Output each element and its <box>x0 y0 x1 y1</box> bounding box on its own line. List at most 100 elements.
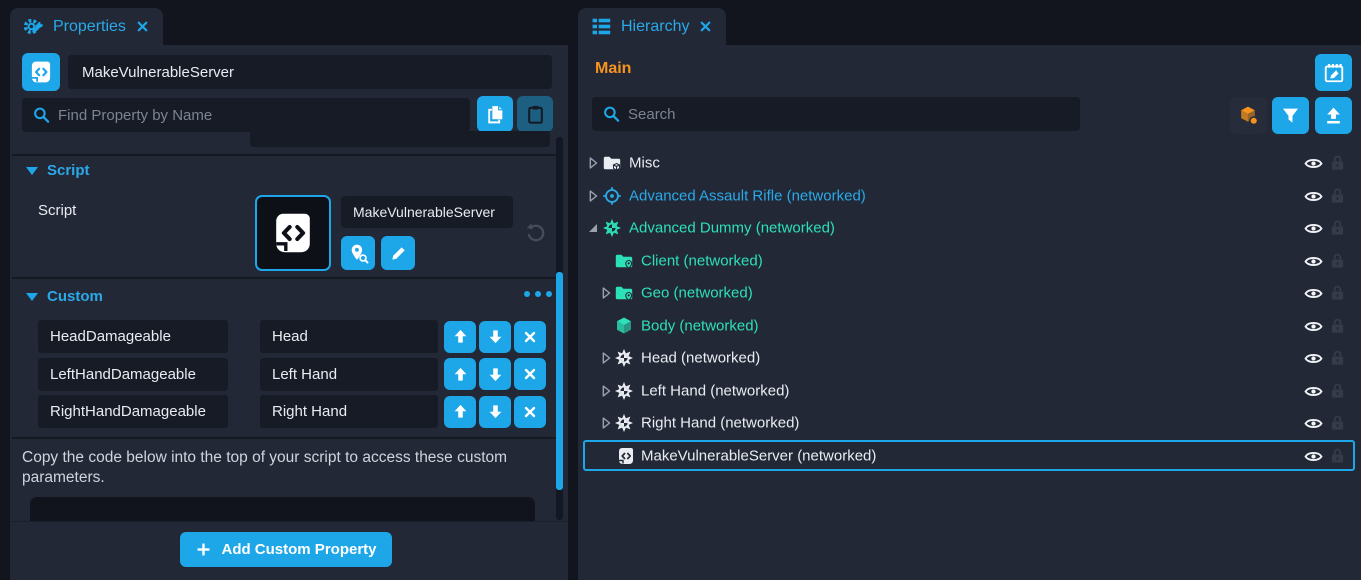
lock-icon[interactable] <box>1330 317 1345 334</box>
close-icon[interactable] <box>135 19 150 34</box>
lock-icon[interactable] <box>1330 252 1345 269</box>
filter-button[interactable] <box>1272 97 1309 134</box>
custom-name-field[interactable]: HeadDamageable <box>38 320 228 353</box>
scrollbar-track[interactable] <box>556 137 563 520</box>
package-button[interactable] <box>1230 97 1267 134</box>
tree-row-body[interactable]: Body (networked) <box>583 310 1355 341</box>
remove-button[interactable] <box>514 396 546 428</box>
gear-wrench-icon <box>23 16 44 37</box>
expander-collapsed-icon[interactable] <box>598 415 614 431</box>
script-asset-tile[interactable] <box>22 53 60 91</box>
tree-row-right-hand[interactable]: Right Hand (networked) <box>583 407 1355 438</box>
down-arrow-icon <box>486 402 505 421</box>
tab-properties[interactable]: Properties <box>10 8 163 45</box>
tree-row-advanced-assault-rifle[interactable]: Advanced Assault Rifle (networked) <box>583 180 1355 211</box>
lock-icon[interactable] <box>1330 349 1345 366</box>
divider <box>12 437 558 439</box>
close-icon[interactable] <box>698 19 713 34</box>
script-section-title: Script <box>47 162 90 179</box>
scrollbar-thumb[interactable] <box>556 272 563 490</box>
lock-icon[interactable] <box>1330 154 1345 171</box>
custom-value-field[interactable]: Right Hand <box>260 395 438 428</box>
tab-hierarchy-label: Hierarchy <box>621 18 689 36</box>
eye-icon[interactable] <box>1304 384 1323 399</box>
property-search-input[interactable] <box>22 98 470 132</box>
tree-row-label: Head (networked) <box>641 349 760 366</box>
expander-collapsed-icon[interactable] <box>585 155 601 171</box>
script-name-field-wrap <box>68 55 552 89</box>
move-down-button[interactable] <box>479 396 511 428</box>
undo-arrow-icon[interactable] <box>525 222 547 244</box>
custom-section-title: Custom <box>47 288 103 305</box>
lock-icon[interactable] <box>1330 414 1345 431</box>
tree-row-label: Left Hand (networked) <box>641 382 789 399</box>
script-property-label: Script <box>38 202 76 219</box>
dummy-burst-icon <box>614 413 634 433</box>
expander-collapsed-icon[interactable] <box>585 188 601 204</box>
orange-cube-icon <box>1238 105 1259 126</box>
more-options-icon[interactable] <box>524 291 552 297</box>
custom-value-field[interactable]: Left Hand <box>260 358 438 391</box>
script-slot-tile[interactable] <box>255 195 331 271</box>
launch-button[interactable] <box>1315 54 1352 91</box>
script-section-header[interactable]: Script <box>26 162 90 179</box>
lock-icon[interactable] <box>1330 382 1345 399</box>
tree-row-misc[interactable]: Misc <box>583 147 1355 178</box>
expander-collapsed-icon[interactable] <box>598 350 614 366</box>
remove-button[interactable] <box>514 321 546 353</box>
dummy-burst-icon <box>602 218 622 238</box>
cube-icon <box>614 316 634 336</box>
eye-icon[interactable] <box>1304 254 1323 269</box>
eye-icon[interactable] <box>1304 221 1323 236</box>
expander-collapsed-icon[interactable] <box>598 285 614 301</box>
tree-row-label: MakeVulnerableServer (networked) <box>641 447 876 464</box>
cross-icon <box>522 366 538 382</box>
move-up-button[interactable] <box>444 358 476 390</box>
move-up-button[interactable] <box>444 396 476 428</box>
search-icon <box>602 105 621 124</box>
expander-expanded-icon[interactable] <box>585 220 601 236</box>
eye-icon[interactable] <box>1304 319 1323 334</box>
locate-script-button[interactable] <box>341 236 375 270</box>
script-name-input[interactable] <box>68 55 552 89</box>
move-down-button[interactable] <box>479 358 511 390</box>
tree-row-makevulnerableserver[interactable]: MakeVulnerableServer (networked) <box>583 440 1355 471</box>
paste-properties-button[interactable] <box>517 96 553 132</box>
custom-value-field[interactable]: Head <box>260 320 438 353</box>
properties-panel: Properties Script Script <box>10 8 568 580</box>
eye-icon[interactable] <box>1304 286 1323 301</box>
tree-row-head[interactable]: Head (networked) <box>583 342 1355 373</box>
hierarchy-search-input[interactable] <box>592 97 1080 131</box>
tree-row-client[interactable]: Client (networked) <box>583 245 1355 276</box>
lock-icon[interactable] <box>1330 447 1345 464</box>
eye-icon[interactable] <box>1304 189 1323 204</box>
add-custom-property-button[interactable]: Add Custom Property <box>180 532 392 567</box>
eye-icon[interactable] <box>1304 449 1323 464</box>
code-snippet-box <box>30 497 535 521</box>
tree-row-advanced-dummy[interactable]: Advanced Dummy (networked) <box>583 212 1355 243</box>
up-arrow-icon <box>451 402 470 421</box>
move-down-button[interactable] <box>479 321 511 353</box>
custom-name-field[interactable]: RightHandDamageable <box>38 395 228 428</box>
pin-search-icon <box>348 243 369 264</box>
dummy-burst-icon <box>614 381 634 401</box>
tree-row-left-hand[interactable]: Left Hand (networked) <box>583 375 1355 406</box>
tree-row-geo[interactable]: Geo (networked) <box>583 277 1355 308</box>
eye-icon[interactable] <box>1304 156 1323 171</box>
eye-icon[interactable] <box>1304 351 1323 366</box>
eye-icon[interactable] <box>1304 416 1323 431</box>
copy-properties-button[interactable] <box>477 96 513 132</box>
lock-icon[interactable] <box>1330 187 1345 204</box>
lock-icon[interactable] <box>1330 219 1345 236</box>
custom-section-header[interactable]: Custom <box>26 288 103 305</box>
lock-icon[interactable] <box>1330 284 1345 301</box>
tree-row-label: Misc <box>629 154 660 171</box>
publish-button[interactable] <box>1315 97 1352 134</box>
divider <box>12 277 558 279</box>
custom-name-field[interactable]: LeftHandDamageable <box>38 358 228 391</box>
remove-button[interactable] <box>514 358 546 390</box>
tab-hierarchy[interactable]: Hierarchy <box>578 8 726 45</box>
expander-collapsed-icon[interactable] <box>598 383 614 399</box>
edit-script-button[interactable] <box>381 236 415 270</box>
move-up-button[interactable] <box>444 321 476 353</box>
